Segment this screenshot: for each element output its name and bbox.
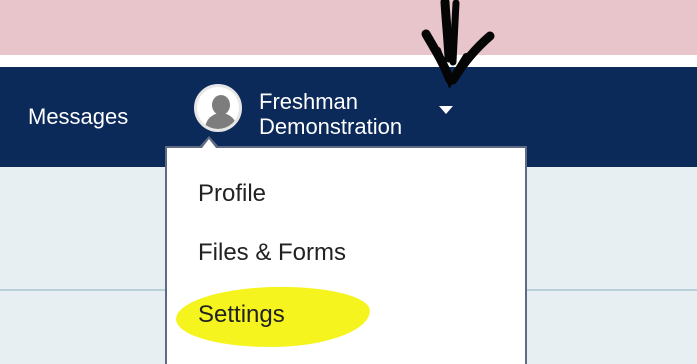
user-menu-button[interactable]: Freshman Demonstration — [259, 89, 402, 139]
menu-item-profile[interactable]: Profile — [198, 180, 266, 208]
pointing-arrow-icon — [421, 0, 495, 89]
menu-item-files-forms[interactable]: Files & Forms — [198, 239, 346, 267]
user-name-last: Demonstration — [259, 114, 403, 139]
avatar-head — [212, 95, 230, 115]
user-name-first: Freshman — [259, 89, 359, 114]
dropdown-pointer-fill — [202, 139, 216, 148]
banner-gap — [0, 55, 697, 67]
user-avatar-icon[interactable] — [194, 84, 242, 132]
chevron-down-icon[interactable] — [439, 106, 453, 114]
nav-messages-link[interactable]: Messages — [28, 104, 128, 130]
top-banner — [0, 0, 697, 55]
menu-item-settings[interactable]: Settings — [198, 301, 285, 329]
